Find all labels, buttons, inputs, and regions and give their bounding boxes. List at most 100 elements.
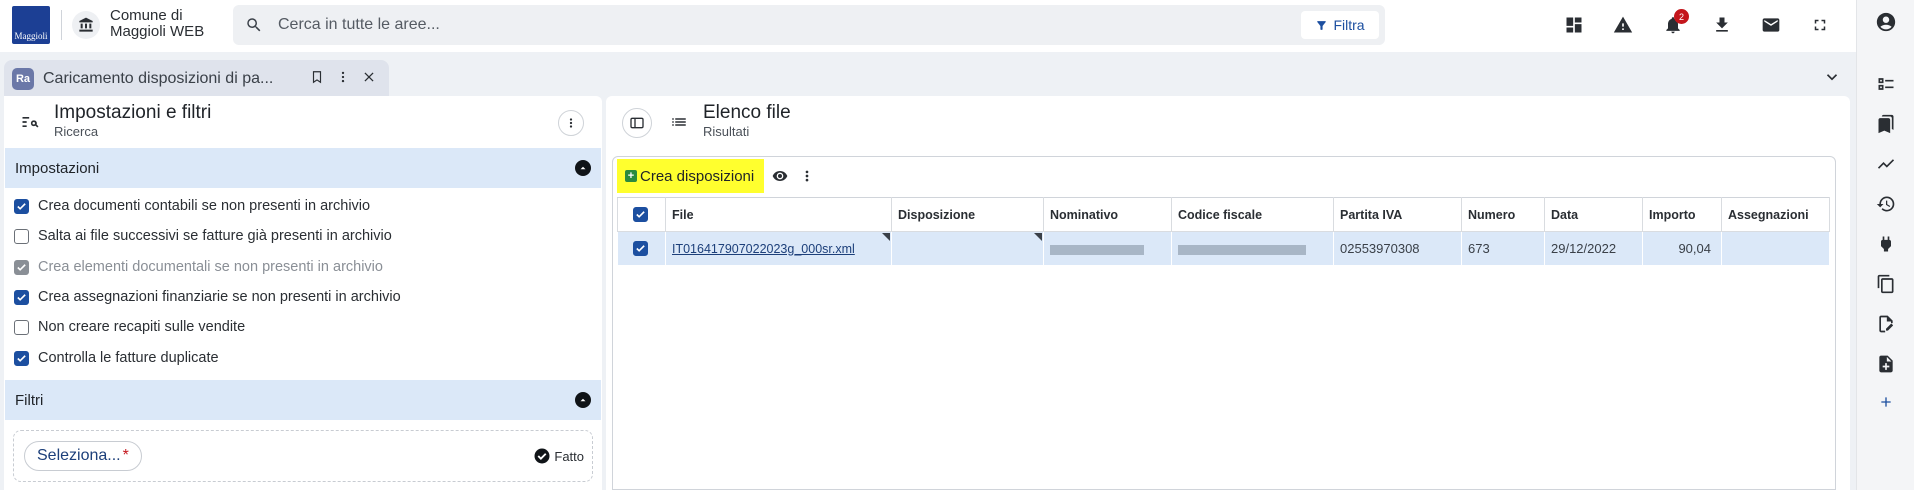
option-salta-file-successivi[interactable]: Salta ai file successivi se fatture già … xyxy=(14,225,392,247)
column-header-disposizione[interactable]: Disposizione xyxy=(891,197,1044,232)
select-all-cell[interactable] xyxy=(617,197,666,232)
column-header-partita-iva[interactable]: Partita IVA xyxy=(1333,197,1462,232)
settings-section-header[interactable]: Impostazioni xyxy=(5,148,601,188)
clipboard-icon xyxy=(1877,274,1894,294)
option-label: Crea documenti contabili se non presenti… xyxy=(38,198,371,214)
alerts-button[interactable] xyxy=(1605,7,1641,43)
warning-icon xyxy=(1613,16,1633,33)
municipality-name: Comune di Maggioli WEB xyxy=(110,7,205,40)
column-header-importo[interactable]: Importo xyxy=(1642,197,1722,232)
crea-disposizioni-label: Crea disposizioni xyxy=(640,167,755,185)
dashboard-icon xyxy=(1566,17,1582,33)
add-document-icon xyxy=(1879,355,1893,373)
column-header-numero[interactable]: Numero xyxy=(1461,197,1545,232)
panel-title: Impostazioni e filtri xyxy=(54,102,212,123)
left-panel-more-button[interactable] xyxy=(558,110,584,136)
account-button[interactable] xyxy=(1874,10,1898,34)
filters-section-header[interactable]: Filtri xyxy=(5,380,601,420)
search-input[interactable]: Cerca in tutte le aree... xyxy=(278,16,440,34)
column-header-assegnazioni[interactable]: Assegnazioni xyxy=(1721,197,1830,232)
filter-button[interactable]: Filtra xyxy=(1301,11,1379,39)
tab-app-icon: Ra xyxy=(12,68,34,90)
municipality-icon[interactable] xyxy=(72,11,100,39)
partita-iva-cell: 02553970308 xyxy=(1333,231,1462,266)
rail-bookmarks-button[interactable] xyxy=(1874,112,1898,136)
column-header-codice-fiscale[interactable]: Codice fiscale xyxy=(1171,197,1334,232)
option-label: Crea elementi documentali se non present… xyxy=(38,259,383,275)
logo-divider xyxy=(61,10,62,40)
downloads-button[interactable] xyxy=(1704,7,1740,43)
toolbar-more-icon[interactable] xyxy=(800,168,814,189)
account-icon xyxy=(1876,12,1896,32)
data-cell: 29/12/2022 xyxy=(1544,231,1643,266)
redacted-tax-code xyxy=(1178,244,1306,255)
edit-document-icon xyxy=(1879,315,1894,333)
results-card: + Crea disposizioni File Disposizione No… xyxy=(612,156,1836,490)
column-header-data[interactable]: Data xyxy=(1544,197,1643,232)
checkbox-checked[interactable] xyxy=(14,350,29,366)
rail-plugin-button[interactable] xyxy=(1874,232,1898,256)
notifications-button[interactable]: 2 xyxy=(1655,7,1691,43)
column-header-file[interactable]: File xyxy=(665,197,892,232)
tab-caricamento-disposizioni[interactable]: Ra Caricamento disposizioni di pa... xyxy=(4,60,389,96)
checkbox-unchecked[interactable] xyxy=(14,319,29,335)
toggle-sidebar-button[interactable] xyxy=(622,108,652,138)
plus-icon xyxy=(1881,397,1891,407)
messages-button[interactable] xyxy=(1753,7,1789,43)
trending-icon xyxy=(1877,159,1895,169)
disposizione-cell[interactable] xyxy=(891,231,1044,266)
settings-filters-panel: Impostazioni e filtri Ricerca Impostazio… xyxy=(4,96,602,490)
checkbox-checked[interactable] xyxy=(14,289,29,305)
sidebar-toggle-icon xyxy=(630,117,644,129)
option-crea-assegnazioni-finanziarie[interactable]: Crea assegnazioni finanziarie se non pre… xyxy=(14,286,401,308)
checkbox-unchecked[interactable] xyxy=(14,228,29,244)
file-link[interactable]: IT016417907022023g_000sr.xml xyxy=(672,242,855,256)
rail-trends-button[interactable] xyxy=(1874,152,1898,176)
fullscreen-button[interactable] xyxy=(1802,7,1838,43)
filter-label: Filtra xyxy=(1333,17,1365,33)
notification-badge: 2 xyxy=(1674,9,1689,24)
rail-add-doc-button[interactable] xyxy=(1874,352,1898,376)
bookmark-icon[interactable] xyxy=(310,70,324,89)
table-row[interactable]: IT016417907022023g_000sr.xml 02553970308 xyxy=(617,231,1830,266)
checkbox-checked[interactable] xyxy=(14,198,29,214)
settings-section-label: Impostazioni xyxy=(15,160,100,177)
column-header-nominativo[interactable]: Nominativo xyxy=(1043,197,1172,232)
history-icon xyxy=(1876,196,1895,212)
checklist-icon xyxy=(1878,78,1894,90)
option-crea-documenti-contabili[interactable]: Crea documenti contabili se non presenti… xyxy=(14,195,370,217)
option-label: Crea assegnazioni finanziarie se non pre… xyxy=(38,289,401,305)
tab-more-icon[interactable] xyxy=(336,70,350,89)
option-controlla-fatture-duplicate[interactable]: Controlla le fatture duplicate xyxy=(14,347,219,369)
done-label: Fatto xyxy=(554,448,584,464)
dashboard-button[interactable] xyxy=(1556,7,1592,43)
row-checkbox[interactable] xyxy=(633,241,648,256)
chevron-down-icon[interactable] xyxy=(1823,68,1841,91)
eye-icon[interactable] xyxy=(772,168,788,189)
crea-disposizioni-button[interactable]: + Crea disposizioni xyxy=(617,159,765,193)
option-non-creare-recapiti[interactable]: Non creare recapiti sulle vendite xyxy=(14,316,245,338)
search-icon xyxy=(245,16,263,39)
collapse-up-icon[interactable] xyxy=(575,160,591,176)
row-select-cell[interactable] xyxy=(617,231,666,266)
files-table: File Disposizione Nominativo Codice fisc… xyxy=(617,197,1830,266)
add-icon: + xyxy=(625,170,637,182)
checkbox-disabled-checked xyxy=(14,259,29,275)
more-vertical-icon xyxy=(569,118,573,128)
select-all-checkbox[interactable] xyxy=(633,207,648,222)
rail-copy-button[interactable] xyxy=(1874,272,1898,296)
rail-history-button[interactable] xyxy=(1874,192,1898,216)
assegnazioni-cell xyxy=(1721,231,1830,266)
global-search-bar[interactable]: Cerca in tutte le aree... Filtra xyxy=(233,5,1385,45)
collapse-up-icon[interactable] xyxy=(575,392,591,408)
file-cell[interactable]: IT016417907022023g_000sr.xml xyxy=(665,231,892,266)
select-filter-chip[interactable]: Seleziona... * xyxy=(24,441,142,471)
done-button[interactable]: Fatto xyxy=(533,447,584,465)
rail-checklist-button[interactable] xyxy=(1874,72,1898,96)
tab-close-icon[interactable] xyxy=(362,70,376,89)
panel-title: Elenco file xyxy=(703,102,791,123)
maggioli-logo[interactable]: Maggioli xyxy=(12,6,50,44)
list-icon xyxy=(670,113,688,136)
rail-add-button[interactable] xyxy=(1874,390,1898,414)
rail-edit-doc-button[interactable] xyxy=(1874,312,1898,336)
